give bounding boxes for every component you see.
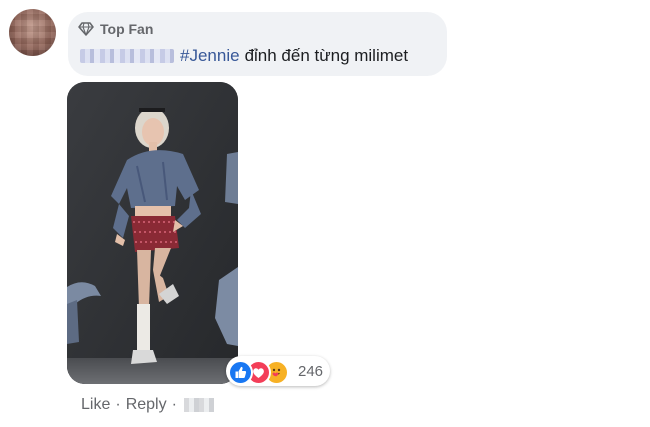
blurred-commenter-name[interactable] <box>80 49 174 63</box>
photo-illustration <box>67 82 238 384</box>
reaction-count: 246 <box>298 363 324 380</box>
diamond-icon <box>78 22 94 36</box>
separator: · <box>115 396 121 413</box>
top-fan-badge: Top Fan <box>78 20 153 38</box>
comment-bubble: Top Fan #Jennie đỉnh đến từng milimet <box>68 12 447 76</box>
badge-label: Top Fan <box>100 21 154 37</box>
comment-actions: Like · Reply · <box>81 395 214 415</box>
blurred-timestamp[interactable] <box>183 398 214 412</box>
commenter-avatar[interactable] <box>9 9 56 56</box>
separator: · <box>171 396 177 413</box>
hashtag-link[interactable]: #Jennie <box>180 46 240 66</box>
thumbs-up-icon <box>228 360 253 385</box>
like-link[interactable]: Like <box>81 396 110 414</box>
reactions-summary[interactable]: 246 <box>226 356 330 386</box>
reply-link[interactable]: Reply <box>126 396 167 414</box>
comment-text: đỉnh đến từng milimet <box>244 46 409 65</box>
comment-photo[interactable] <box>67 82 238 384</box>
